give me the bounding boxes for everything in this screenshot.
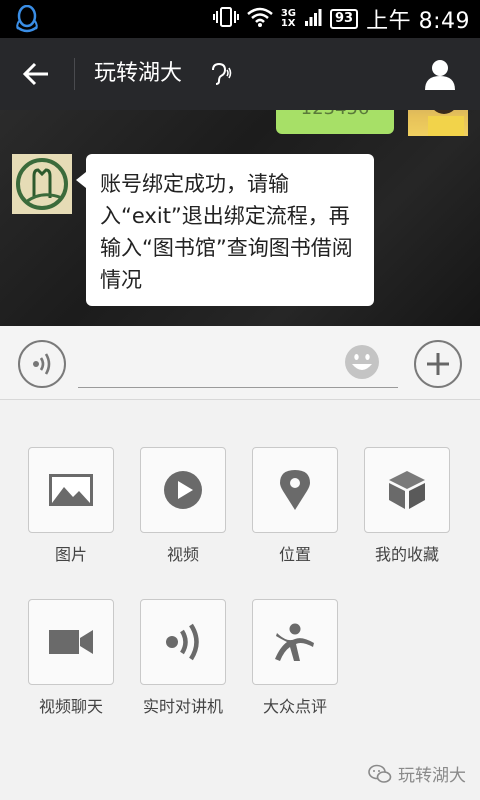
- panel-item-label: 视频聊天: [38, 697, 103, 716]
- panel-item-location[interactable]: 位置: [252, 447, 338, 565]
- my-avatar[interactable]: [408, 110, 468, 136]
- more-features-button[interactable]: [414, 340, 462, 388]
- wechat-icon: [368, 764, 392, 783]
- battery-indicator: 93: [330, 9, 359, 29]
- panel-item-favorites[interactable]: 我的收藏: [364, 447, 450, 565]
- panel-item-label: 视频: [166, 545, 199, 564]
- panel-item-dianping[interactable]: 大众点评: [252, 599, 338, 717]
- dianping-icon: [275, 623, 314, 661]
- back-arrow-icon: [22, 62, 48, 86]
- sent-message-text: 123456: [301, 110, 370, 119]
- panel-item-label: 大众点评: [262, 697, 327, 716]
- panel-item-favorites-box[interactable]: [364, 447, 450, 533]
- received-message-bubble[interactable]: 账号绑定成功，请输入“exit”退出绑定流程，再输入“图书馆”查询图书借阅情况: [76, 154, 374, 306]
- panel-item-image[interactable]: 图片: [28, 447, 114, 565]
- panel-item-video-chat[interactable]: 视频聊天: [28, 599, 114, 717]
- network-1x-label: 1X: [280, 18, 296, 29]
- plus-icon: [427, 353, 449, 375]
- chat-history[interactable]: 123456 账号绑定成功，请输入“exit”退出绑定流程，再输入“图书馆”查询…: [0, 110, 480, 326]
- user-icon: [425, 60, 455, 90]
- sent-message-bubble[interactable]: 123456: [276, 110, 394, 134]
- location-pin-icon: [280, 470, 310, 510]
- box-icon: [389, 471, 425, 509]
- walkie-talkie-icon: [166, 623, 199, 661]
- watermark: 玩转湖大: [368, 761, 466, 786]
- panel-item-dianping-box[interactable]: [252, 599, 338, 685]
- panel-item-image-box[interactable]: [28, 447, 114, 533]
- panel-item-label: 实时对讲机: [142, 697, 223, 716]
- panel-item-label: 图片: [54, 545, 87, 564]
- voice-input-button[interactable]: [18, 340, 66, 388]
- panel-item-walkie-talkie[interactable]: 实时对讲机: [140, 599, 226, 717]
- smiley-icon: [345, 345, 379, 379]
- input-bar: [0, 326, 480, 400]
- play-icon: [164, 471, 202, 509]
- chat-profile-button[interactable]: [400, 38, 480, 110]
- panel-item-video-box[interactable]: [140, 447, 226, 533]
- status-bar: 3G 1X 93 上午 8:49: [0, 0, 480, 38]
- watermark-text: 玩转湖大: [398, 766, 466, 786]
- received-message-text: 账号绑定成功，请输入“exit”退出绑定流程，再输入“图书馆”查询图书借阅情况: [100, 172, 353, 292]
- title-divider: [74, 58, 75, 90]
- panel-item-video[interactable]: 视频: [140, 447, 226, 565]
- qq-penguin-icon: [14, 4, 40, 33]
- panel-item-video-chat-box[interactable]: [28, 599, 114, 685]
- signal-icon: [304, 7, 322, 31]
- network-type: 3G 1X: [281, 9, 296, 29]
- image-icon: [49, 474, 93, 506]
- earpiece-mode-icon: [208, 62, 232, 86]
- wifi-icon: [247, 7, 273, 31]
- video-camera-icon: [49, 630, 93, 654]
- title-bar: 玩转湖大: [0, 38, 480, 110]
- back-button[interactable]: [0, 38, 72, 110]
- voice-icon: [33, 353, 51, 375]
- page-title: 玩转湖大: [94, 61, 183, 86]
- panel-item-label: 位置: [278, 545, 311, 564]
- emoji-button[interactable]: [344, 344, 380, 380]
- clock: 上午 8:49: [366, 9, 470, 34]
- panel-item-location-box[interactable]: [252, 447, 338, 533]
- official-account-avatar[interactable]: [12, 154, 72, 214]
- vibrate-icon: [212, 6, 239, 32]
- attachment-panel: 图片 视频 位置 我的收藏 视频聊天 实时对讲机 大众点评: [0, 401, 480, 800]
- panel-item-label: 我的收藏: [374, 545, 439, 564]
- panel-item-walkie-talkie-box[interactable]: [140, 599, 226, 685]
